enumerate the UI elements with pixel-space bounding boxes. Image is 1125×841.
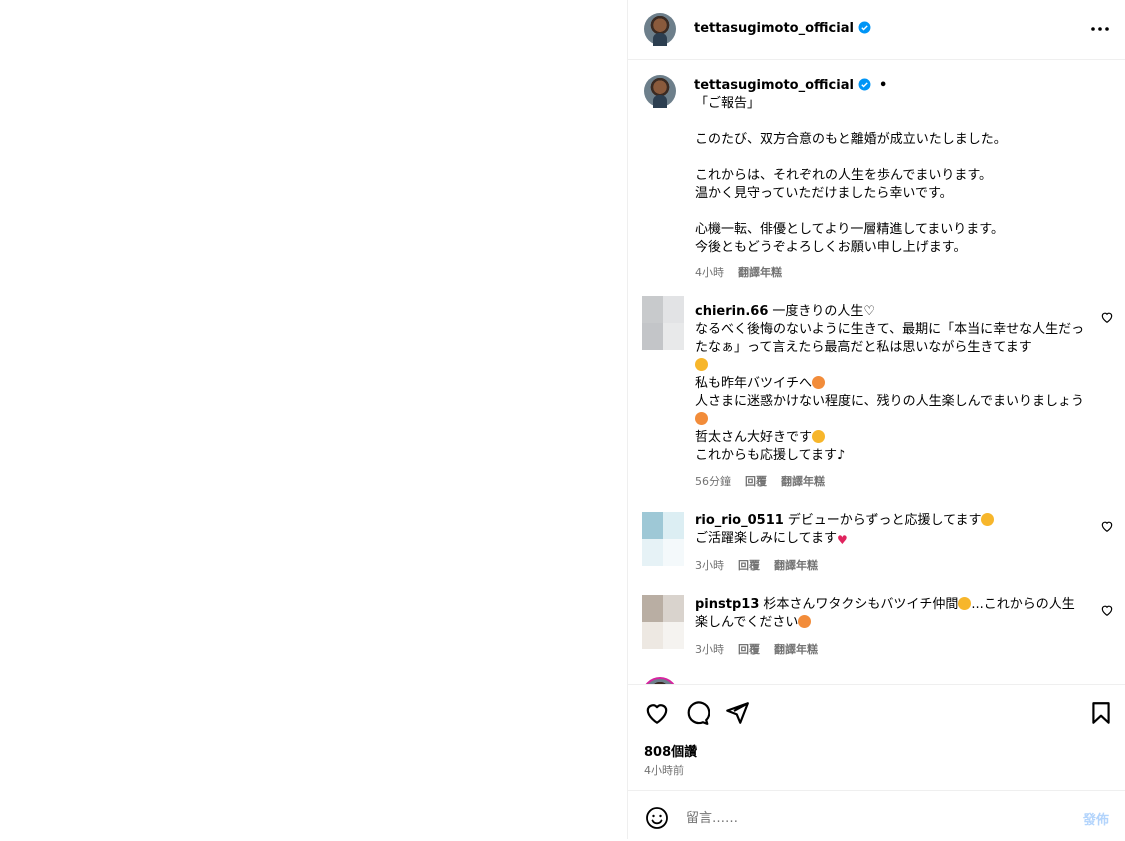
comment-text: デビューからずっと応援してます: [787, 513, 982, 528]
author-avatar[interactable]: [644, 13, 676, 46]
heart-icon[interactable]: [644, 700, 670, 726]
comment-time: 3小時: [695, 643, 724, 656]
comment-username[interactable]: pinstp13: [695, 597, 759, 612]
comment-text: 私も昨年バツイチへ: [695, 376, 813, 391]
media-area: [0, 0, 627, 839]
comment-text: 人さまに迷惑かけない程度に、残りの人生楽しんでまいりましょう: [695, 394, 1084, 409]
translate-link[interactable]: 翻譯年糕: [774, 643, 818, 656]
more-options-icon[interactable]: [1088, 20, 1112, 38]
caption-time: 4小時: [695, 266, 724, 279]
translate-link[interactable]: 翻譯年糕: [774, 559, 818, 572]
comment-username[interactable]: chierin.66: [695, 304, 768, 319]
comment-item: chierin.66 一度きりの人生♡ なるべく後悔のないように生きて、最期に「本…: [695, 303, 1087, 465]
caption-username-text[interactable]: tettasugimoto_official: [694, 78, 854, 93]
comment-icon[interactable]: [684, 700, 710, 726]
bookmark-icon[interactable]: [1088, 700, 1114, 726]
caption-author-username[interactable]: tettasugimoto_official •: [694, 78, 887, 93]
like-count[interactable]: 808個讚: [644, 741, 697, 760]
smiling-emoji-icon: [812, 430, 826, 443]
hearts-face-emoji-icon: [798, 615, 812, 628]
translate-link[interactable]: 翻譯年糕: [781, 475, 825, 488]
comment-meta: 56分鐘 回覆 翻譯年糕: [695, 473, 839, 489]
reply-button[interactable]: 回覆: [738, 643, 760, 656]
smiling-emoji-icon: [981, 513, 995, 526]
face-with-hand-emoji-icon: [812, 376, 826, 389]
author-username-text[interactable]: tettasugimoto_official: [694, 21, 854, 36]
comment-item: pinstp13 杉本さんワタクシもバツイチ仲間 ...これからの人生楽しんでくださ…: [695, 596, 1087, 632]
comment-like-heart-icon[interactable]: [1100, 519, 1114, 533]
author-username[interactable]: tettasugimoto_official: [694, 21, 871, 36]
verified-badge-icon: [858, 78, 871, 91]
comment-bar: 發佈: [628, 790, 1125, 841]
reply-button[interactable]: 回覆: [745, 475, 767, 488]
comments-scroll-area[interactable]: tettasugimoto_official • 「ご報告」 このたび、双方合意の…: [628, 60, 1125, 684]
comment-username[interactable]: rio_rio_0511: [695, 513, 784, 528]
hearts-face-emoji-icon: [695, 412, 708, 425]
dot-separator: •: [878, 78, 888, 93]
post-side-panel: tettasugimoto_official tettasugimoto_off…: [627, 0, 1125, 839]
post-timestamp[interactable]: 4小時前: [644, 762, 684, 778]
comment-time: 3小時: [695, 559, 724, 572]
comment-like-heart-icon[interactable]: [1100, 603, 1114, 617]
post-header: tettasugimoto_official: [628, 0, 1125, 60]
comment-text: 哲太さん大好きです: [695, 430, 813, 445]
heart-exclamation-emoji-icon: ♥: [836, 533, 848, 547]
smiling-emoji-icon: [958, 597, 972, 610]
comment-avatar[interactable]: [642, 296, 684, 350]
post-comment-button[interactable]: 發佈: [1083, 809, 1109, 828]
comment-item: rio_rio_0511 デビューからずっと応援してます ご活躍楽しみにしてます♥: [695, 512, 1087, 549]
caption-author-avatar[interactable]: [644, 75, 676, 108]
comment-meta: 3小時 回覆 翻譯年糕: [695, 557, 832, 573]
caption-meta: 4小時 翻譯年糕: [695, 264, 796, 280]
comment-text: 杉本さんワタクシもバツイチ仲間: [763, 597, 959, 612]
comment-meta: 3小時 回覆 翻譯年糕: [695, 641, 832, 657]
smiling-emoji-icon: [695, 358, 708, 371]
share-icon[interactable]: [724, 700, 750, 726]
comment-avatar[interactable]: [642, 595, 684, 649]
comment-input[interactable]: [684, 803, 1068, 833]
comment-like-heart-icon[interactable]: [1100, 310, 1114, 324]
post-caption: 「ご報告」 このたび、双方合意のもと離婚が成立いたしました。 これからは、それぞ…: [695, 96, 1007, 255]
next-comment-avatar[interactable]: [642, 677, 678, 684]
comment-avatar[interactable]: [642, 512, 684, 566]
verified-badge-icon: [858, 21, 871, 34]
post-actions: 808個讚 4小時前 發佈: [628, 684, 1125, 840]
comment-text: これからも応援してます♪: [695, 448, 846, 463]
emoji-icon[interactable]: [645, 806, 669, 830]
caption-translate-link[interactable]: 翻譯年糕: [738, 266, 782, 279]
reply-button[interactable]: 回覆: [738, 559, 760, 572]
comment-text: ご活躍楽しみにしてます: [695, 531, 837, 546]
comment-time: 56分鐘: [695, 475, 731, 488]
